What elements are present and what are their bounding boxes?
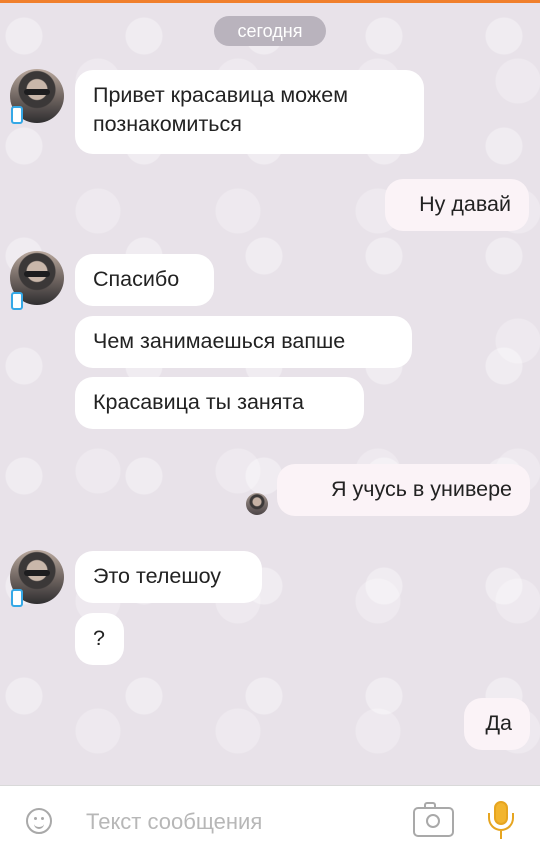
message-bubble-incoming[interactable]: Красавица ты занята: [75, 377, 364, 429]
message-bubble-incoming[interactable]: Спасибо: [75, 254, 214, 306]
message-bubble-incoming[interactable]: Привет красавица можем познакомиться: [75, 70, 424, 154]
message-line: ?: [93, 626, 105, 650]
mobile-device-icon: [11, 589, 23, 607]
message-input[interactable]: [84, 804, 388, 840]
message-bubble-incoming[interactable]: Это телешоу: [75, 551, 262, 603]
message-line: Это телешоу: [93, 564, 222, 588]
message-bubble-outgoing[interactable]: Ну давай: [385, 179, 529, 231]
microphone-icon[interactable]: [488, 801, 514, 841]
message-line: познакомиться: [93, 112, 242, 136]
message-line: Да: [485, 711, 512, 735]
message-bubble-outgoing[interactable]: Я учусь в универе: [277, 464, 530, 516]
message-line: Красавица ты занята: [93, 390, 304, 414]
message-line: Я учусь в универе: [331, 477, 512, 501]
message-bubble-outgoing[interactable]: Да: [464, 698, 530, 750]
read-receipt-avatar: [246, 493, 268, 515]
message-bubble-incoming[interactable]: ?: [75, 613, 124, 665]
message-line: Спасибо: [93, 267, 180, 291]
message-bubble-incoming[interactable]: Чем занимаешься вапше: [75, 316, 412, 368]
message-line: Чем занимаешься вапше: [93, 329, 346, 353]
message-line: Привет красавица можем: [93, 83, 348, 107]
chat-area[interactable]: сегодня Привет красавица можем познакоми…: [0, 3, 540, 785]
message-composer: [0, 785, 540, 855]
emoji-icon[interactable]: [26, 808, 52, 834]
camera-icon[interactable]: [413, 802, 454, 837]
message-line: Ну давай: [419, 192, 511, 216]
mobile-device-icon: [11, 106, 23, 124]
date-separator: сегодня: [214, 16, 326, 46]
mobile-device-icon: [11, 292, 23, 310]
